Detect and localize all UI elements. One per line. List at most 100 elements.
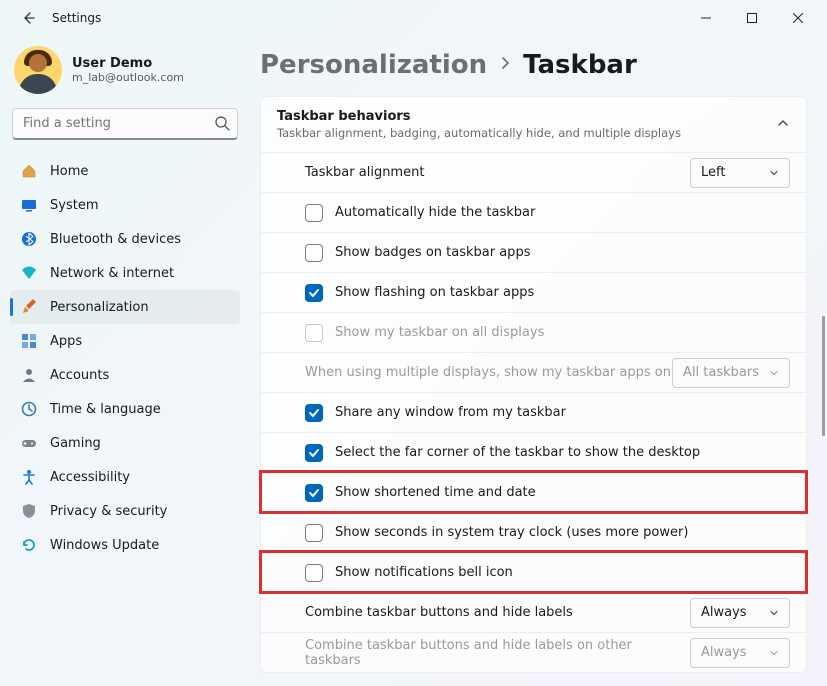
- breadcrumb-current: Taskbar: [523, 50, 637, 80]
- breadcrumb-parent[interactable]: Personalization: [260, 50, 487, 80]
- close-icon: [793, 13, 803, 23]
- personalization-icon: [20, 298, 38, 316]
- home-icon: [20, 162, 38, 180]
- dropdown-value: Always: [701, 605, 747, 620]
- nav-item-apps[interactable]: Apps: [10, 324, 240, 358]
- checkbox-far-corner[interactable]: [305, 444, 323, 462]
- profile-email: m_lab@outlook.com: [72, 71, 184, 84]
- sidebar: User Demo m_lab@outlook.com Home System: [0, 36, 250, 686]
- nav-label: Accounts: [50, 368, 109, 383]
- profile-name: User Demo: [72, 56, 184, 71]
- profile-block[interactable]: User Demo m_lab@outlook.com: [10, 42, 240, 108]
- minimize-icon: [701, 13, 711, 23]
- row-label: Show shortened time and date: [335, 485, 536, 500]
- bluetooth-icon: [20, 230, 38, 248]
- minimize-button[interactable]: [683, 2, 729, 34]
- row-flashing[interactable]: Show flashing on taskbar apps: [261, 272, 806, 312]
- nav-item-gaming[interactable]: Gaming: [10, 426, 240, 460]
- multi-where-dropdown: All taskbars: [672, 358, 790, 388]
- row-combine: Combine taskbar buttons and hide labels …: [261, 592, 806, 632]
- row-label: Combine taskbar buttons and hide labels …: [305, 638, 690, 668]
- nav-item-accessibility[interactable]: Accessibility: [10, 460, 240, 494]
- main-content: Personalization Taskbar Taskbar behavior…: [250, 36, 827, 686]
- nav-label: System: [50, 198, 98, 213]
- chevron-down-icon: [769, 168, 779, 178]
- breadcrumb: Personalization Taskbar: [260, 50, 807, 80]
- checkbox-share[interactable]: [305, 404, 323, 422]
- nav-item-home[interactable]: Home: [10, 154, 240, 188]
- checkbox-autohide[interactable]: [305, 204, 323, 222]
- chevron-down-icon: [769, 368, 779, 378]
- nav-item-time[interactable]: Time & language: [10, 392, 240, 426]
- row-multi-where: When using multiple displays, show my ta…: [261, 352, 806, 392]
- checkbox-badges[interactable]: [305, 244, 323, 262]
- privacy-icon: [20, 502, 38, 520]
- maximize-icon: [747, 13, 757, 23]
- combine-other-dropdown: Always: [690, 638, 790, 668]
- system-icon: [20, 196, 38, 214]
- taskbar-behaviors-card: Taskbar behaviors Taskbar alignment, bad…: [260, 96, 807, 673]
- nav-label: Gaming: [50, 436, 101, 451]
- row-badges[interactable]: Show badges on taskbar apps: [261, 232, 806, 272]
- row-short-time[interactable]: Show shortened time and date: [261, 472, 806, 512]
- chevron-right-icon: [499, 56, 511, 74]
- chevron-down-icon: [769, 608, 779, 618]
- avatar: [14, 46, 62, 94]
- apps-icon: [20, 332, 38, 350]
- nav-item-system[interactable]: System: [10, 188, 240, 222]
- nav-label: Windows Update: [50, 538, 159, 553]
- nav-label: Bluetooth & devices: [50, 232, 181, 247]
- chevron-down-icon: [769, 648, 779, 658]
- checkbox-flashing[interactable]: [305, 284, 323, 302]
- row-combine-other: Combine taskbar buttons and hide labels …: [261, 632, 806, 672]
- maximize-button[interactable]: [729, 2, 775, 34]
- checkbox-bell[interactable]: [305, 564, 323, 582]
- nav-item-update[interactable]: Windows Update: [10, 528, 240, 562]
- nav-label: Time & language: [50, 402, 161, 417]
- arrow-left-icon: [20, 10, 36, 26]
- row-alignment: Taskbar alignment Left: [261, 152, 806, 192]
- update-icon: [20, 536, 38, 554]
- row-label: Show notifications bell icon: [335, 565, 513, 580]
- back-button[interactable]: [14, 4, 42, 32]
- nav-item-privacy[interactable]: Privacy & security: [10, 494, 240, 528]
- row-autohide[interactable]: Automatically hide the taskbar: [261, 192, 806, 232]
- row-all-displays: Show my taskbar on all displays: [261, 312, 806, 352]
- row-far-corner[interactable]: Select the far corner of the taskbar to …: [261, 432, 806, 472]
- time-icon: [20, 400, 38, 418]
- row-label: Show my taskbar on all displays: [335, 325, 544, 340]
- nav-item-network[interactable]: Network & internet: [10, 256, 240, 290]
- nav-item-personalization[interactable]: Personalization: [10, 290, 240, 324]
- dropdown-value: All taskbars: [683, 365, 759, 380]
- combine-dropdown[interactable]: Always: [690, 598, 790, 628]
- search-input[interactable]: [12, 108, 238, 140]
- row-seconds[interactable]: Show seconds in system tray clock (uses …: [261, 512, 806, 552]
- alignment-dropdown[interactable]: Left: [690, 158, 790, 188]
- dropdown-value: Always: [701, 645, 747, 660]
- nav-item-bluetooth[interactable]: Bluetooth & devices: [10, 222, 240, 256]
- nav-list: Home System Bluetooth & devices Network …: [10, 154, 240, 562]
- row-label: Show badges on taskbar apps: [335, 245, 530, 260]
- row-share[interactable]: Share any window from my taskbar: [261, 392, 806, 432]
- row-label: Share any window from my taskbar: [335, 405, 566, 420]
- row-label: Combine taskbar buttons and hide labels: [305, 605, 573, 620]
- nav-label: Apps: [50, 334, 82, 349]
- row-label: When using multiple displays, show my ta…: [305, 365, 671, 380]
- search-field[interactable]: [12, 108, 238, 140]
- settings-window: Settings User Demo m_lab@outlook.com: [0, 0, 827, 686]
- row-label: Show seconds in system tray clock (uses …: [335, 525, 688, 540]
- checkbox-short-time[interactable]: [305, 484, 323, 502]
- dropdown-value: Left: [701, 165, 725, 180]
- checkbox-seconds[interactable]: [305, 524, 323, 542]
- nav-label: Privacy & security: [50, 504, 167, 519]
- scrollbar-thumb[interactable]: [822, 316, 825, 436]
- close-button[interactable]: [775, 2, 821, 34]
- nav-item-accounts[interactable]: Accounts: [10, 358, 240, 392]
- network-icon: [20, 264, 38, 282]
- checkbox-all-displays: [305, 324, 323, 342]
- card-header[interactable]: Taskbar behaviors Taskbar alignment, bad…: [261, 97, 806, 152]
- window-title: Settings: [52, 11, 101, 25]
- row-label: Automatically hide the taskbar: [335, 205, 535, 220]
- nav-label: Accessibility: [50, 470, 130, 485]
- row-bell[interactable]: Show notifications bell icon: [261, 552, 806, 592]
